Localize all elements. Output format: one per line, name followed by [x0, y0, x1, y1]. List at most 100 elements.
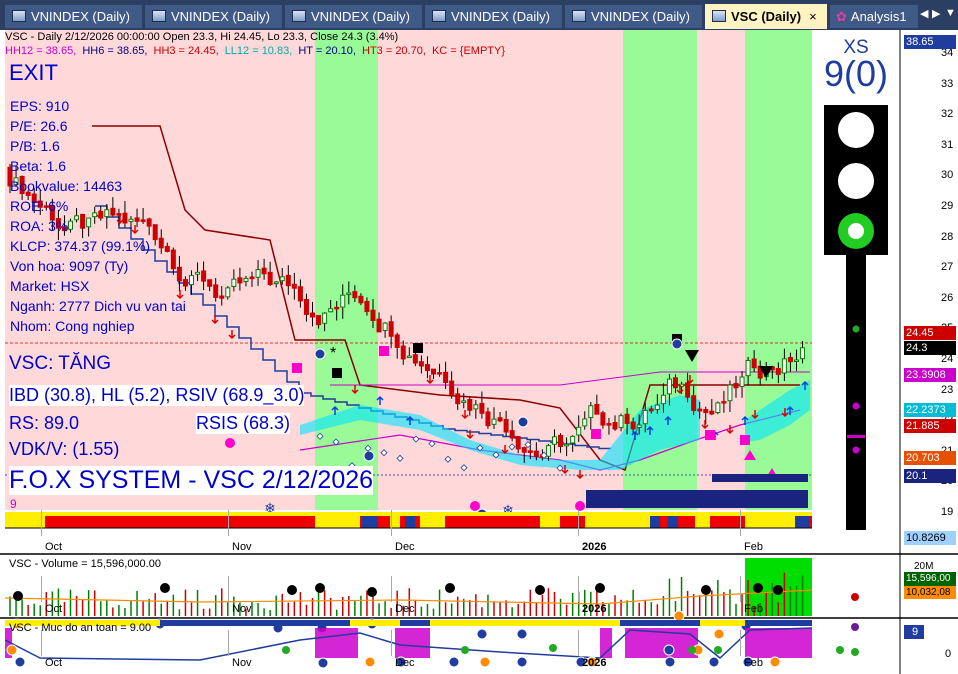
x-tick-line: [578, 576, 579, 602]
light-middle: [838, 163, 874, 199]
candle-body: [576, 426, 582, 436]
candle-body: [666, 378, 672, 395]
x-tick-line: [578, 630, 579, 656]
tab-menu-icon[interactable]: ▼: [945, 7, 956, 19]
candle-body: [267, 271, 273, 286]
price-box: 22.2373: [904, 403, 956, 417]
x-tick-line: [391, 576, 392, 602]
x-tick-label: 2026: [582, 657, 607, 669]
volume-axis-20m: 20M: [914, 561, 934, 572]
candle-body: [461, 400, 467, 403]
candle-body: [691, 395, 697, 411]
candle-body: [515, 436, 521, 450]
candle-body: [370, 309, 376, 322]
x-tick-line: [740, 630, 741, 656]
magenta-square-icon: [705, 430, 715, 440]
safety-zone: [745, 628, 812, 658]
candle-body: [92, 212, 98, 218]
candle-body: [800, 347, 806, 360]
candle-body: [545, 445, 551, 457]
candle-body: [176, 266, 182, 282]
volume-marker-icon: [673, 610, 685, 622]
chart-icon: [12, 10, 26, 22]
price-tick-label: 26: [941, 291, 954, 304]
rs-label: RS: 89.0: [9, 413, 80, 433]
tab-vnindex-1[interactable]: VNINDEX (Daily): [5, 5, 142, 28]
tab-vnindex-3[interactable]: VNINDEX (Daily): [285, 5, 422, 28]
candle-body: [394, 334, 400, 348]
fundamental-item: EPS: 910: [10, 98, 70, 114]
candle-body: [600, 412, 606, 426]
fundamental-item: Nhom: Cong nghiep: [10, 318, 135, 334]
tab-vsc-daily[interactable]: VSC (Daily) ×: [705, 4, 827, 29]
candle-body: [310, 312, 315, 318]
x-tick-line: [41, 510, 42, 536]
fundamental-item: P/B: 1.6: [10, 138, 60, 154]
x-tick-label: Dec: [395, 657, 415, 669]
safety-box: 9: [904, 625, 924, 639]
safety-dot: [851, 648, 859, 656]
x-tick-label: Feb: [744, 603, 763, 615]
candle-body: [328, 308, 334, 313]
candle-body: [152, 224, 158, 241]
numbered-circle-icon: [517, 416, 529, 428]
volume-dot: [851, 593, 859, 601]
candle-body: [261, 267, 267, 275]
safety-green-dot: [282, 646, 290, 654]
tab-next-icon[interactable]: ▶: [932, 7, 940, 20]
volume-dot-icon: [535, 585, 545, 595]
close-tab-icon[interactable]: ×: [809, 9, 817, 24]
fundamental-item: Market: HSX: [10, 278, 90, 294]
magenta-dot-icon: [470, 501, 480, 511]
price-tick-label: 31: [941, 138, 954, 151]
candle-body: [134, 217, 140, 222]
black-square-icon: [413, 343, 423, 353]
candle-body: [140, 219, 146, 222]
x-tick-line: [391, 510, 392, 536]
candle-body: [128, 218, 134, 223]
tab-vnindex-2[interactable]: VNINDEX (Daily): [145, 5, 282, 28]
fundamental-item: P/E: 26.6: [10, 118, 68, 134]
candle-body: [207, 279, 213, 287]
candle-body: [376, 318, 382, 333]
candle-body: [648, 408, 654, 412]
tab-prev-icon[interactable]: ◀: [920, 7, 928, 20]
candle-body: [158, 237, 164, 249]
small-nine: 9: [10, 497, 17, 511]
x-tick-label: Dec: [395, 603, 415, 615]
candle-body: [116, 213, 122, 216]
tab-vnindex-4[interactable]: VNINDEX (Daily): [425, 5, 562, 28]
candle-body: [243, 277, 249, 283]
candle-body: [479, 402, 485, 414]
candle-body: [412, 354, 418, 364]
candle-body: [794, 359, 799, 363]
price-box: 23.3908: [904, 368, 956, 382]
price-box: 24.3: [904, 341, 956, 355]
candle-body: [382, 322, 388, 331]
tab-vnindex-5[interactable]: VNINDEX (Daily): [565, 5, 702, 28]
x-tick-line: [228, 630, 229, 656]
candle-body: [564, 443, 570, 447]
x-tick-line: [578, 510, 579, 536]
chart-icon: [572, 10, 586, 22]
candle-body: [745, 359, 751, 377]
candle-body: [558, 434, 564, 448]
candle-body: [406, 355, 412, 359]
safety-label: VSC - Muc do an toan = 9.00: [9, 622, 152, 634]
tab-analysis1[interactable]: ✿ Analysis1: [830, 5, 918, 28]
hh6-label: HH6 = 38.65,: [82, 45, 148, 57]
numbered-circle-icon: [314, 348, 326, 360]
safety-green-dot: [549, 644, 557, 652]
candle-body: [685, 382, 691, 398]
x-tick-line: [740, 510, 741, 536]
price-chart[interactable]: *❄ ❄: [0, 30, 958, 674]
candle-body: [721, 401, 727, 404]
candle-body: [751, 358, 757, 369]
support-block: [586, 490, 808, 508]
x-tick-label: Nov: [232, 541, 252, 553]
candle-body: [273, 281, 279, 285]
candle-body: [146, 218, 152, 227]
candle-body: [122, 212, 128, 224]
candle-body: [213, 284, 219, 298]
candle-body: [431, 368, 436, 375]
